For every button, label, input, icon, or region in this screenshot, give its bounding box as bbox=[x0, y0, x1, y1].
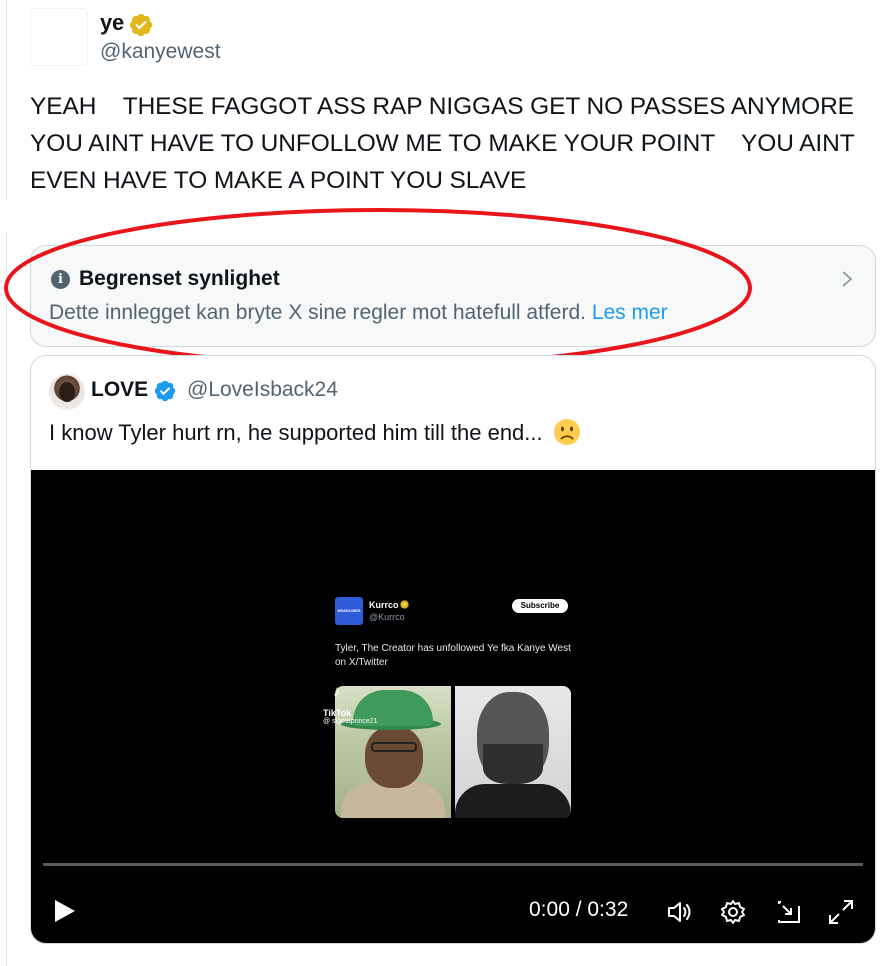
quoted-author-handle[interactable]: @LoveIsback24 bbox=[187, 378, 338, 402]
tiktok-watermark-user: @ sigmaprince21 bbox=[323, 718, 378, 725]
author-avatar[interactable] bbox=[30, 8, 88, 66]
embed-text: Tyler, The Creator has unfollowed Ye fka… bbox=[335, 643, 571, 668]
video-progress-bar[interactable] bbox=[43, 863, 863, 866]
limited-visibility-notice[interactable]: i Begrenset synlighet Dette innlegget ka… bbox=[30, 245, 876, 347]
picture-in-picture-icon[interactable] bbox=[775, 898, 803, 926]
gold-verified-badge-icon bbox=[400, 600, 409, 609]
settings-gear-icon[interactable] bbox=[719, 898, 747, 926]
notice-body-text: Dette innlegget kan bryte X sine regler … bbox=[49, 301, 586, 324]
play-icon[interactable] bbox=[51, 898, 77, 924]
embed-subscribe-button: Subscribe bbox=[512, 599, 568, 613]
fullscreen-icon[interactable] bbox=[827, 898, 855, 926]
notice-title: Begrenset synlighet bbox=[79, 267, 280, 290]
tweet-text: YEAH THESE FAGGOT ASS RAP NIGGAS GET NO … bbox=[30, 93, 861, 194]
quoted-post-text: I know Tyler hurt rn, he supported him t… bbox=[49, 418, 581, 446]
quoted-post[interactable]: LOVE @LoveIsback24 I know Tyler hurt rn,… bbox=[30, 355, 876, 944]
author-name[interactable]: ye bbox=[100, 10, 124, 36]
notice-body: Dette innlegget kan bryte X sine regler … bbox=[49, 301, 668, 325]
gold-verified-badge-icon bbox=[129, 13, 153, 37]
embed-author-handle: @Kurrco bbox=[369, 612, 405, 622]
slightly-frowning-face-icon bbox=[553, 419, 580, 445]
quoted-author-name[interactable]: LOVE bbox=[91, 378, 148, 402]
info-icon: i bbox=[51, 270, 70, 289]
tiktok-watermark: TikTok bbox=[323, 708, 352, 718]
blue-verified-badge-icon bbox=[154, 380, 176, 402]
embed-author-name: Kurrco bbox=[369, 600, 399, 610]
video-time: 0:00 / 0:32 bbox=[529, 898, 629, 921]
thread-rule bbox=[6, 0, 7, 200]
author-handle[interactable]: @kanyewest bbox=[100, 40, 221, 64]
tiktok-logo-icon: ♪ bbox=[333, 683, 341, 700]
tyler-photo bbox=[335, 686, 451, 818]
headlines-logo: HEADLINES bbox=[335, 597, 363, 625]
thread-rule bbox=[6, 232, 7, 966]
kanye-photo bbox=[455, 686, 571, 818]
chevron-right-icon bbox=[842, 271, 853, 287]
quoted-post-text-body: I know Tyler hurt rn, he supported him t… bbox=[49, 420, 543, 445]
volume-icon[interactable] bbox=[665, 898, 693, 926]
quoted-author-avatar[interactable] bbox=[49, 374, 85, 410]
learn-more-link[interactable]: Les mer bbox=[592, 301, 668, 324]
video-player[interactable]: HEADLINES Kurrco @Kurrco Subscribe Tyler… bbox=[31, 470, 875, 943]
